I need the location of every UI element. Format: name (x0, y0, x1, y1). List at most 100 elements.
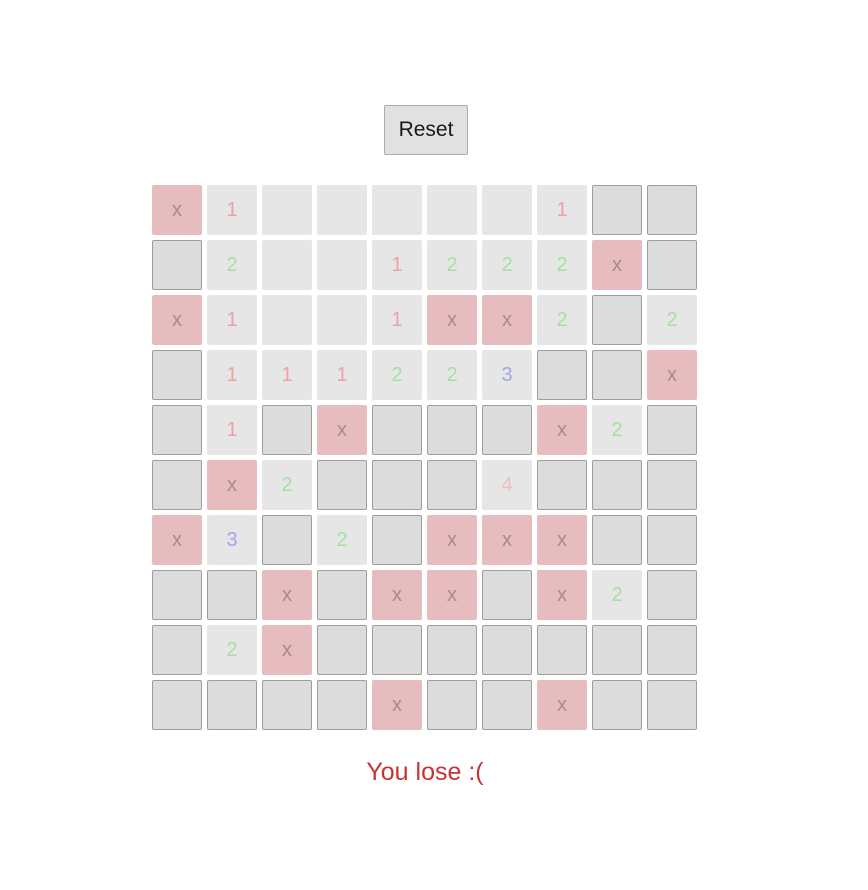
mine-cell[interactable]: x (152, 295, 202, 345)
mine-cell[interactable]: x (372, 680, 422, 730)
hidden-cell[interactable] (427, 460, 477, 510)
hidden-cell[interactable] (372, 625, 422, 675)
hidden-cell[interactable] (152, 350, 202, 400)
hidden-cell[interactable] (152, 240, 202, 290)
reset-button[interactable]: Reset (384, 105, 468, 155)
number-cell[interactable]: 1 (207, 185, 257, 235)
number-cell[interactable]: 1 (262, 350, 312, 400)
empty-cell[interactable] (262, 240, 312, 290)
hidden-cell[interactable] (317, 680, 367, 730)
number-cell[interactable]: 2 (262, 460, 312, 510)
number-cell[interactable]: 2 (207, 240, 257, 290)
hidden-cell[interactable] (427, 405, 477, 455)
hidden-cell[interactable] (372, 460, 422, 510)
number-cell[interactable]: 2 (317, 515, 367, 565)
hidden-cell[interactable] (372, 515, 422, 565)
hidden-cell[interactable] (482, 570, 532, 620)
number-cell[interactable]: 1 (207, 350, 257, 400)
hidden-cell[interactable] (317, 625, 367, 675)
hidden-cell[interactable] (592, 515, 642, 565)
empty-cell[interactable] (482, 185, 532, 235)
hidden-cell[interactable] (262, 680, 312, 730)
number-cell[interactable]: 1 (207, 295, 257, 345)
hidden-cell[interactable] (152, 680, 202, 730)
hidden-cell[interactable] (647, 680, 697, 730)
hidden-cell[interactable] (537, 350, 587, 400)
number-cell[interactable]: 2 (592, 570, 642, 620)
hidden-cell[interactable] (647, 185, 697, 235)
hidden-cell[interactable] (647, 625, 697, 675)
mine-cell[interactable]: x (427, 515, 477, 565)
number-cell[interactable]: 2 (592, 405, 642, 455)
mine-cell[interactable]: x (482, 295, 532, 345)
hidden-cell[interactable] (207, 680, 257, 730)
number-cell[interactable]: 2 (482, 240, 532, 290)
mine-cell[interactable]: x (262, 625, 312, 675)
mine-cell[interactable]: x (372, 570, 422, 620)
number-cell[interactable]: 3 (207, 515, 257, 565)
hidden-cell[interactable] (537, 460, 587, 510)
mine-cell[interactable]: x (152, 185, 202, 235)
empty-cell[interactable] (427, 185, 477, 235)
hidden-cell[interactable] (592, 460, 642, 510)
hidden-cell[interactable] (647, 460, 697, 510)
hidden-cell[interactable] (647, 515, 697, 565)
mine-cell[interactable]: x (537, 405, 587, 455)
empty-cell[interactable] (317, 240, 367, 290)
number-cell[interactable]: 2 (537, 295, 587, 345)
number-cell[interactable]: 2 (427, 240, 477, 290)
hidden-cell[interactable] (427, 680, 477, 730)
hidden-cell[interactable] (317, 570, 367, 620)
hidden-cell[interactable] (592, 295, 642, 345)
number-cell[interactable]: 2 (372, 350, 422, 400)
hidden-cell[interactable] (647, 405, 697, 455)
hidden-cell[interactable] (592, 350, 642, 400)
number-cell[interactable]: 1 (372, 240, 422, 290)
mine-cell[interactable]: x (262, 570, 312, 620)
hidden-cell[interactable] (592, 625, 642, 675)
empty-cell[interactable] (262, 185, 312, 235)
mine-cell[interactable]: x (207, 460, 257, 510)
hidden-cell[interactable] (482, 625, 532, 675)
hidden-cell[interactable] (262, 515, 312, 565)
empty-cell[interactable] (317, 185, 367, 235)
number-cell[interactable]: 2 (207, 625, 257, 675)
hidden-cell[interactable] (372, 405, 422, 455)
empty-cell[interactable] (317, 295, 367, 345)
hidden-cell[interactable] (152, 625, 202, 675)
hidden-cell[interactable] (317, 460, 367, 510)
number-cell[interactable]: 2 (537, 240, 587, 290)
empty-cell[interactable] (372, 185, 422, 235)
hidden-cell[interactable] (207, 570, 257, 620)
number-cell[interactable]: 1 (537, 185, 587, 235)
mine-cell[interactable]: x (592, 240, 642, 290)
hidden-cell[interactable] (152, 405, 202, 455)
hidden-cell[interactable] (647, 240, 697, 290)
hidden-cell[interactable] (482, 680, 532, 730)
number-cell[interactable]: 4 (482, 460, 532, 510)
number-cell[interactable]: 1 (207, 405, 257, 455)
hidden-cell[interactable] (482, 405, 532, 455)
mine-cell[interactable]: x (647, 350, 697, 400)
mine-cell[interactable]: x (427, 295, 477, 345)
number-cell[interactable]: 1 (372, 295, 422, 345)
mine-cell[interactable]: x (317, 405, 367, 455)
hidden-cell[interactable] (152, 570, 202, 620)
hidden-cell[interactable] (262, 405, 312, 455)
hidden-cell[interactable] (427, 625, 477, 675)
hidden-cell[interactable] (152, 460, 202, 510)
hidden-cell[interactable] (592, 185, 642, 235)
mine-cell[interactable]: x (537, 570, 587, 620)
number-cell[interactable]: 2 (427, 350, 477, 400)
mine-cell[interactable]: x (427, 570, 477, 620)
number-cell[interactable]: 3 (482, 350, 532, 400)
mine-cell[interactable]: x (537, 680, 587, 730)
hidden-cell[interactable] (647, 570, 697, 620)
mine-cell[interactable]: x (482, 515, 532, 565)
mine-cell[interactable]: x (537, 515, 587, 565)
number-cell[interactable]: 1 (317, 350, 367, 400)
hidden-cell[interactable] (537, 625, 587, 675)
number-cell[interactable]: 2 (647, 295, 697, 345)
empty-cell[interactable] (262, 295, 312, 345)
mine-cell[interactable]: x (152, 515, 202, 565)
